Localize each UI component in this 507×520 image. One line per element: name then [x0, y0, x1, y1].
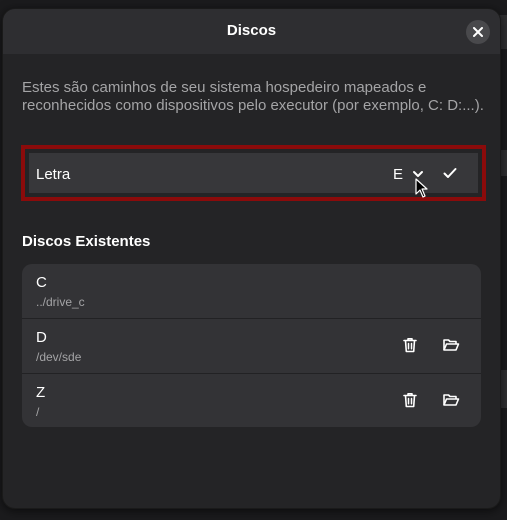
existing-drives-list: C ../drive_c D /dev/sde Z / — [22, 264, 481, 427]
drive-letter-label: Letra — [36, 166, 71, 183]
drive-row-c: C ../drive_c — [22, 264, 481, 319]
folder-open-icon[interactable] — [442, 336, 460, 354]
checkmark-icon[interactable] — [442, 165, 458, 181]
dialog-description: Estes são caminhos de seu sistema hosped… — [22, 79, 484, 114]
dialog-title: Discos — [226, 22, 277, 39]
mouse-pointer-icon — [415, 178, 428, 198]
drive-row-z: Z / — [22, 373, 481, 427]
disks-dialog: Discos Estes são caminhos de seu sistema… — [2, 8, 501, 509]
drive-letter: Z — [36, 384, 46, 401]
drive-letter-dropdown[interactable]: E — [393, 166, 403, 183]
new-drive-row-content: Letra E — [29, 153, 478, 198]
trash-icon[interactable] — [401, 336, 419, 354]
new-drive-row: Letra E — [21, 145, 486, 201]
drive-letter: D — [36, 329, 47, 346]
folder-open-icon[interactable] — [442, 391, 460, 409]
dialog-header: Discos — [3, 9, 500, 54]
drive-path: / — [36, 405, 40, 419]
close-button[interactable] — [466, 20, 490, 44]
drive-path: ../drive_c — [36, 295, 85, 309]
drive-letter: C — [36, 274, 47, 291]
close-icon — [473, 27, 483, 37]
drive-row-d: D /dev/sde — [22, 318, 481, 374]
trash-icon[interactable] — [401, 391, 419, 409]
drive-path: /dev/sde — [36, 350, 82, 364]
existing-drives-heading: Discos Existentes — [22, 233, 151, 250]
